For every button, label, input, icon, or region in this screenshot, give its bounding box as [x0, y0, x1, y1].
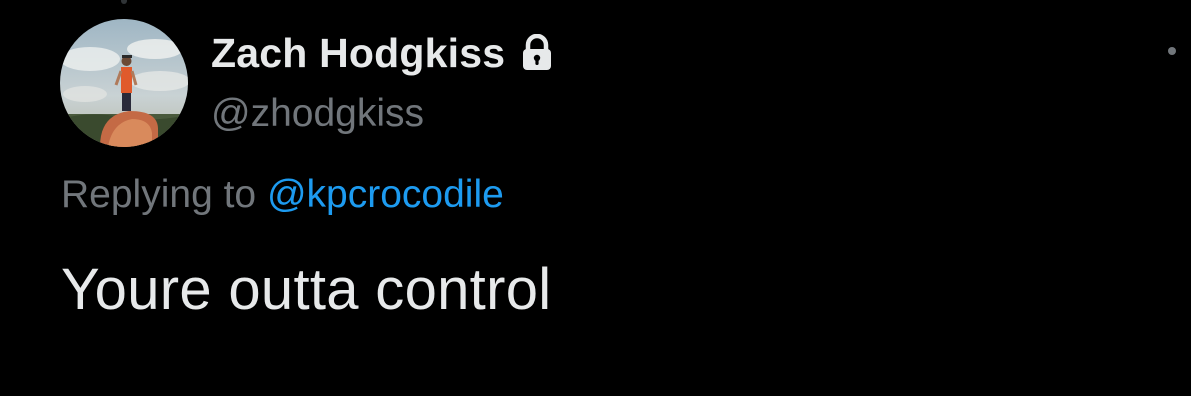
- more-options-button[interactable]: [1168, 36, 1191, 66]
- author-name-row: Zach Hodgkiss: [211, 28, 555, 78]
- tweet-text: Youre outta control: [61, 257, 552, 322]
- thread-line: [121, 0, 127, 4]
- replying-to: Replying to @kpcrocodile: [61, 173, 504, 217]
- author-handle[interactable]: @zhodgkiss: [211, 92, 424, 136]
- replying-to-label: Replying to: [61, 173, 267, 216]
- display-name[interactable]: Zach Hodgkiss: [211, 30, 505, 77]
- more-dots-icon: [1168, 47, 1176, 55]
- reply-to-handle-link[interactable]: @kpcrocodile: [267, 173, 504, 216]
- tweet: Zach Hodgkiss @zhodgkiss Replying to @kp…: [0, 0, 1191, 396]
- lock-icon: [519, 33, 555, 72]
- profile-photo-icon: [60, 19, 188, 147]
- avatar[interactable]: [60, 19, 188, 147]
